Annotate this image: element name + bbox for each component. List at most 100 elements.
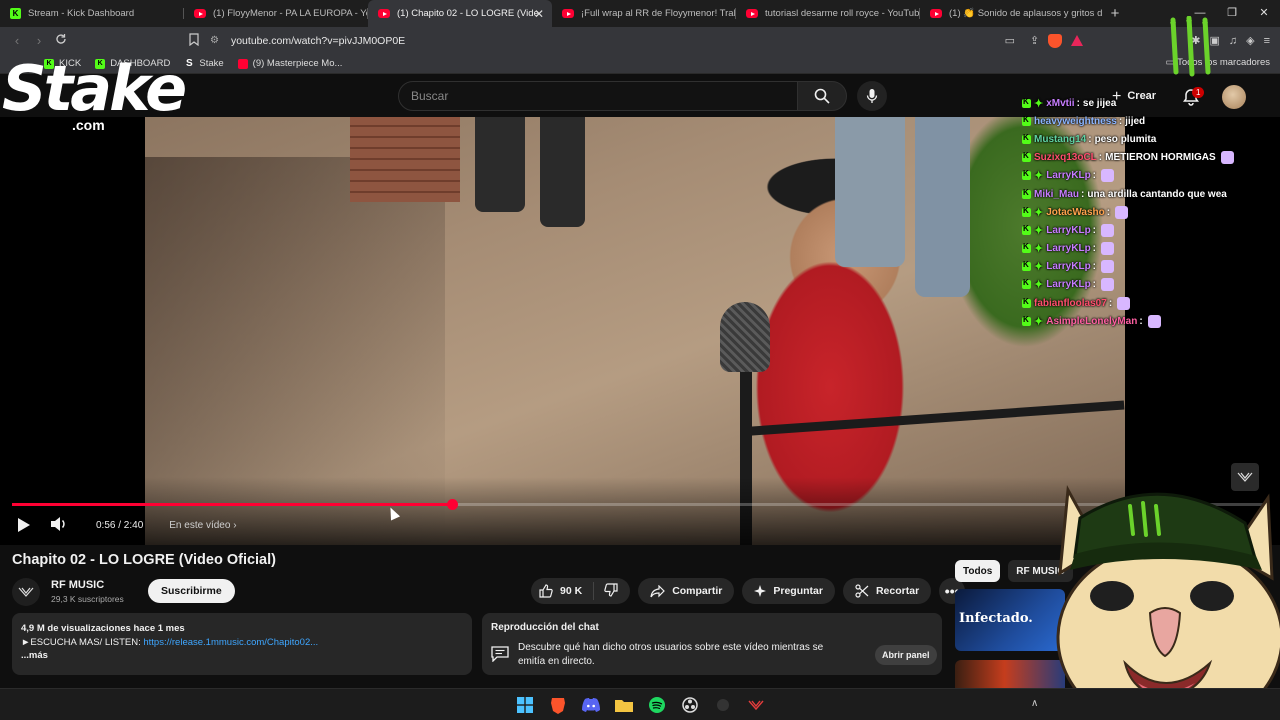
chat-emote-icon [1117,296,1131,310]
subscriber-badge-icon: ✦ [1034,243,1044,256]
chat-message: ✦xMvtii:se jijea [1022,94,1272,112]
kick-badge-icon [1022,224,1031,235]
description-link[interactable]: https://release.1mmusic.com/Chapito02... [143,637,318,648]
chat-separator: : [1088,133,1092,145]
streamer-cat-avatar [1056,485,1280,720]
media-icon[interactable]: ♫ [1229,35,1237,47]
brave-rewards-icon[interactable] [1071,35,1084,46]
spotify-icon[interactable] [647,695,667,715]
chat-text: jijed [1125,115,1146,127]
volume-icon [51,516,65,531]
chat-username: fabianfloolas07 [1034,297,1107,309]
tab-title: (1) FloyyMenor - PA LA EUROPA - Yo [213,8,368,19]
kick-badge-icon [1022,133,1031,144]
browser-tab[interactable]: K Stream - Kick Dashboard [0,0,184,27]
search-input[interactable]: Buscar [398,81,798,111]
show-more-link[interactable]: ...más [21,649,463,663]
description-box[interactable]: 4,9 M de visualizaciones hace 1 mes ►ESC… [12,613,472,675]
open-panel-button[interactable]: Abrir panel [875,645,937,665]
youtube-icon [930,9,942,18]
thumbnail-text: Infectado. [959,611,1033,626]
file-explorer-icon[interactable] [614,695,634,715]
youtube-icon [378,9,390,18]
chat-username: AsimpleLonelyMan [1046,315,1138,327]
forward-icon[interactable]: › [28,33,50,48]
tab-close-icon[interactable]: ✕ [534,7,544,21]
share-arrow-icon [650,584,666,598]
new-tab-button[interactable]: + [1104,5,1126,22]
address-bar[interactable]: ⚙ youtube.com/watch?v=pivJJM0OP0E [210,30,1010,51]
browser-tab[interactable]: (1) FloyyMenor - PA LA EUROPA - Yo [184,0,368,27]
chat-separator: : [1081,188,1085,200]
chat-emote-icon [1147,314,1161,328]
browser-tab[interactable]: tutoriasl desarme roll royce - YouTub [736,0,920,27]
subscribe-button[interactable]: Suscribirme [148,579,235,603]
toolbar-right: ▭ ⇪ ✱ ▣ ♫ ◈ ≡ [1005,27,1270,54]
volume-button[interactable] [50,516,76,535]
tab-title: (1) Chapito 02 - LO LOGRE (Vide [397,8,539,19]
rf-logo-icon[interactable] [746,695,766,715]
bookmark-icon[interactable] [189,33,199,49]
browser-tab-active[interactable]: (1) Chapito 02 - LO LOGRE (Vide ✕ [368,0,552,27]
share-button[interactable]: Compartir [638,578,735,604]
close-window-icon[interactable]: ✕ [1248,0,1280,27]
chat-replay-text: Descubre qué han dicho otros usuarios so… [518,642,824,667]
scissors-icon [855,584,869,598]
browser-tab[interactable]: ¡Full wrap al RR de Floyymenor! Trab [552,0,736,27]
chat-text: METIERON HORMIGAS [1105,152,1216,164]
kick-badge-icon [1022,260,1031,272]
chat-username: LarryKLp [1046,170,1091,182]
share-icon[interactable]: ⇪ [1030,34,1039,47]
bookmark-stake[interactable]: S Stake [184,58,224,69]
ask-button[interactable]: Preguntar [742,578,835,604]
back-icon[interactable]: ‹ [6,33,28,48]
video-actions: 90 K Compartir Preguntar Recortar ••• [531,578,966,604]
wallet-icon[interactable]: ◈ [1246,34,1254,47]
bookmarks-bar: K KICK K DASHBOARD S Stake (9) Masterpie… [0,54,1280,74]
kick-icon: K [10,8,21,19]
search-button[interactable] [797,81,847,111]
chip-all[interactable]: Todos [955,560,1001,582]
voice-search-button[interactable] [857,81,887,111]
dislike-button[interactable] [594,582,630,600]
kick-badge-icon [1022,115,1031,126]
restore-icon[interactable]: ❐ [1216,0,1248,27]
obs-icon[interactable] [680,695,700,715]
channel-name[interactable]: RF MUSIC [51,579,104,591]
progress-fill [12,503,452,506]
brave-shield-icon[interactable] [1048,33,1063,48]
kick-badge-icon [1022,97,1031,108]
progress-scrubber[interactable] [446,499,458,510]
chat-separator: : [1092,224,1097,236]
stake-icon: S [186,58,193,69]
time-display: 0:56 / 2:40 [96,519,144,531]
site-info-icon[interactable]: ⚙ [210,35,219,46]
menu-icon[interactable]: ≡ [1264,35,1270,47]
chat-message: fabianfloolas07: [1022,294,1272,312]
chat-username: LarryKLp [1046,261,1091,273]
chat-text: una ardilla cantando que wea [1087,188,1227,200]
subscriber-badge-icon: ✦ [1034,315,1044,328]
reload-icon[interactable] [50,33,72,48]
youtube-icon [562,9,574,18]
monster-energy-logo [1170,16,1211,77]
bookmark-masterpiece[interactable]: (9) Masterpiece Mo... [237,58,342,69]
kick-badge-icon [1022,315,1031,326]
cast-icon[interactable]: ▭ [1005,34,1015,47]
brave-browser-icon[interactable] [548,695,568,715]
view-count-and-date: 4,9 M de visualizaciones hace 1 mes [21,623,185,634]
chevron-up-icon[interactable]: ∧ [1031,698,1038,709]
channel-avatar[interactable] [12,578,40,606]
youtube-icon [746,9,758,18]
chat-emote-icon [1101,169,1115,183]
like-button[interactable]: 90 K [531,582,595,600]
chat-replay-box: Reproducción del chat Descubre qué han d… [482,613,942,675]
chat-emote-icon [1220,151,1234,165]
windows-start-icon[interactable] [515,695,535,715]
clip-button[interactable]: Recortar [842,578,932,604]
app-icon[interactable] [713,695,733,715]
browser-tab[interactable]: (1) 👏 Sonido de aplausos y gritos d [920,0,1104,27]
play-button[interactable] [12,515,36,535]
discord-icon[interactable] [581,695,601,715]
chapter-button[interactable]: En este vídeo › [169,520,236,531]
